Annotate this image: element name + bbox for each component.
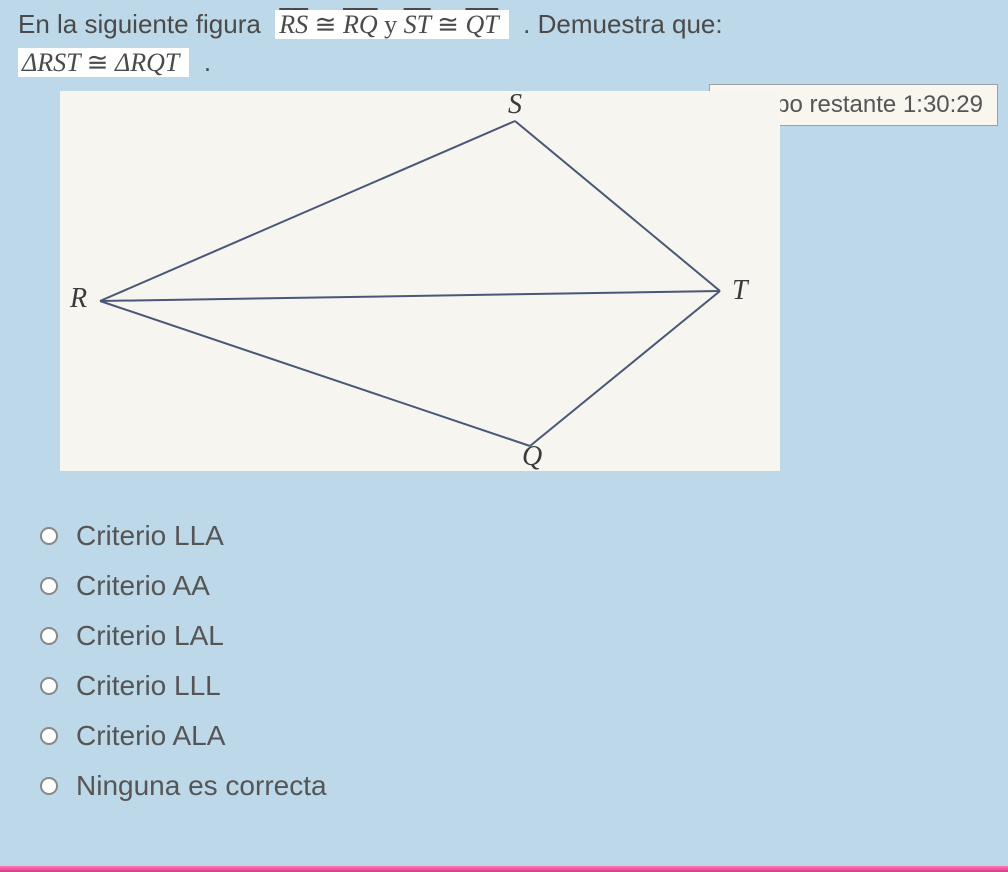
radio-icon[interactable] [40,727,58,745]
question-tail: . Demuestra que: [523,9,722,39]
option-label: Criterio LLA [76,520,224,552]
radio-icon[interactable] [40,627,58,645]
option-criterio-lal[interactable]: Criterio LAL [40,611,1008,661]
option-label: Ninguna es correcta [76,770,327,802]
vertex-label-T: T [732,275,748,307]
radio-icon[interactable] [40,577,58,595]
vertex-label-Q: Q [522,441,542,473]
radio-icon[interactable] [40,677,58,695]
vertex-label-S: S [508,89,522,121]
prove-statement: ΔRST ≅ ΔRQT [18,48,189,77]
option-criterio-lll[interactable]: Criterio LLL [40,661,1008,711]
question-text: En la siguiente figura RS ≅ RQ y ST ≅ QT… [0,0,1008,81]
given-congruence-1: RS ≅ RQ y ST ≅ QT [275,10,508,39]
option-criterio-lla[interactable]: Criterio LLA [40,511,1008,561]
radio-icon[interactable] [40,527,58,545]
option-label: Criterio AA [76,570,210,602]
vertex-label-R: R [70,283,87,315]
options-group: Criterio LLA Criterio AA Criterio LAL Cr… [40,511,1008,811]
taskbar-strip [0,866,1008,872]
question-lead: En la siguiente figura [18,9,261,39]
timer-value: 1:30:29 [903,91,983,118]
option-criterio-aa[interactable]: Criterio AA [40,561,1008,611]
option-criterio-ala[interactable]: Criterio ALA [40,711,1008,761]
option-ninguna[interactable]: Ninguna es correcta [40,761,1008,811]
figure-svg [60,91,780,471]
option-label: Criterio LAL [76,620,224,652]
option-label: Criterio ALA [76,720,225,752]
geometry-figure: R S T Q [60,91,780,471]
option-label: Criterio LLL [76,670,221,702]
radio-icon[interactable] [40,777,58,795]
